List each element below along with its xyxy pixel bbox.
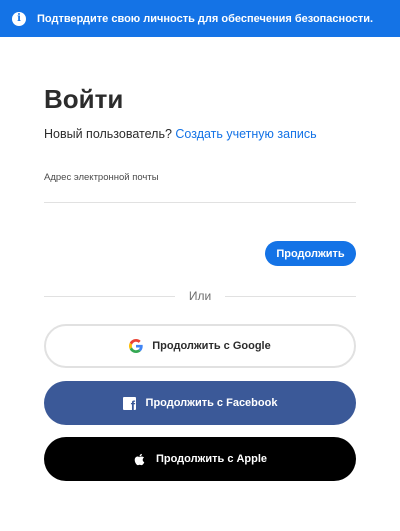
banner-text: Подтвердите свою личность для обеспечени… <box>37 12 374 25</box>
facebook-icon: f <box>123 396 137 410</box>
email-field[interactable] <box>44 183 356 203</box>
apple-icon <box>133 452 147 466</box>
email-label: Адрес электронной почты <box>44 172 159 183</box>
signin-page: i Подтвердите свою личность для обеспече… <box>0 0 400 531</box>
continue-with-apple-button[interactable]: Продолжить с Apple <box>44 437 356 481</box>
create-account-link[interactable]: Создать учетную запись <box>175 127 316 141</box>
divider-line-right <box>225 296 356 297</box>
google-button-label: Продолжить с Google <box>152 340 271 352</box>
security-banner: i Подтвердите свою личность для обеспече… <box>0 0 400 37</box>
continue-with-google-button[interactable]: Продолжить с Google <box>44 324 356 368</box>
or-divider-text: Или <box>188 289 212 303</box>
continue-button[interactable]: Продолжить <box>265 241 356 266</box>
page-title: Войти <box>44 84 124 114</box>
info-icon: i <box>12 11 26 26</box>
new-user-line: Новый пользователь? Создать учетную запи… <box>44 127 317 141</box>
new-user-text: Новый пользователь? <box>44 127 172 141</box>
google-icon <box>129 339 143 353</box>
apple-button-label: Продолжить с Apple <box>155 453 268 465</box>
facebook-button-label: Продолжить с Facebook <box>145 397 278 409</box>
continue-with-facebook-button[interactable]: f Продолжить с Facebook <box>44 381 356 425</box>
divider-line-left <box>44 296 175 297</box>
